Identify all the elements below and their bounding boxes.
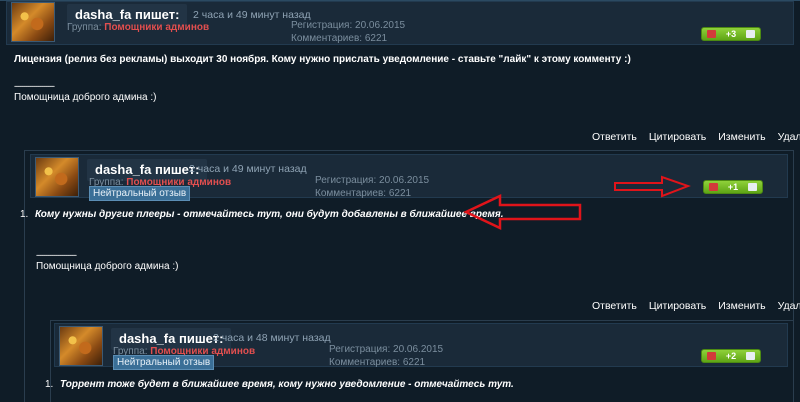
comment-text: Торрент тоже будет в ближайшее время, ко… [60,379,514,390]
rating-widget: +3 [701,27,761,41]
comments-count: Комментариев: 6221 [315,188,412,199]
comment-header: dasha_fa пишет: 2 часа и 49 минут назад … [6,1,794,45]
comment-actions: Ответить Цитировать Изменить Удалить [592,300,800,312]
delete-link[interactable]: Удалить [778,131,800,143]
quote-link[interactable]: Цитировать [649,300,706,312]
signature-separator: -------------------- [14,81,55,91]
rating-value: +3 [725,29,737,39]
thumb-up-icon[interactable] [745,30,755,38]
registration-date: Регистрация: 20.06.2015 [315,175,430,186]
user-group: Группа: Помощники админов [67,22,209,34]
list-number: 1. [45,379,54,390]
rating-widget: +2 [701,349,761,363]
thumb-down-icon[interactable] [707,30,716,38]
comment-header: dasha_fa пишет: 2 часа и 49 минут назад … [30,154,788,201]
signature: Помощница доброго админа :) [36,261,179,272]
quote-link[interactable]: Цитировать [649,131,706,143]
signature-separator: -------------------- [36,250,77,260]
reputation-badge: Нейтральный отзыв [113,355,215,370]
comments-count: Комментариев: 6221 [291,33,388,44]
edit-link[interactable]: Изменить [718,300,765,312]
comment-text: Лицензия (релиз без рекламы) выходит 30 … [14,54,631,65]
rating-widget: +1 [703,180,763,194]
edit-link[interactable]: Изменить [718,131,765,143]
rating-value: +2 [725,351,737,361]
thumb-up-icon[interactable] [747,183,757,191]
comment-text: Кому нужны другие плееры - отмечайтесь т… [35,209,504,220]
avatar[interactable] [11,2,55,42]
comment-actions: Ответить Цитировать Изменить Удалить [592,131,800,143]
reply-link[interactable]: Ответить [592,131,637,143]
comments-count: Комментариев: 6221 [329,357,426,368]
comment-header: dasha_fa пишет: 2 часа и 48 минут назад … [54,323,788,370]
reputation-badge: Нейтральный отзыв [89,186,191,201]
reply-link[interactable]: Ответить [592,300,637,312]
signature: Помощница доброго админа :) [14,92,157,103]
thumb-up-icon[interactable] [745,352,755,360]
thumb-down-icon[interactable] [709,183,718,191]
group-label: Группа: [67,22,102,33]
group-name[interactable]: Помощники админов [104,22,209,33]
list-number: 1. [20,209,29,220]
rating-value: +1 [727,182,739,192]
avatar[interactable] [35,157,79,197]
registration-date: Регистрация: 20.06.2015 [329,344,444,355]
registration-date: Регистрация: 20.06.2015 [291,20,406,31]
post-time: 2 часа и 48 минут назад [213,332,331,344]
avatar[interactable] [59,326,103,366]
post-time: 2 часа и 49 минут назад [189,163,307,175]
thumb-down-icon[interactable] [707,352,716,360]
delete-link[interactable]: Удалить [778,300,800,312]
